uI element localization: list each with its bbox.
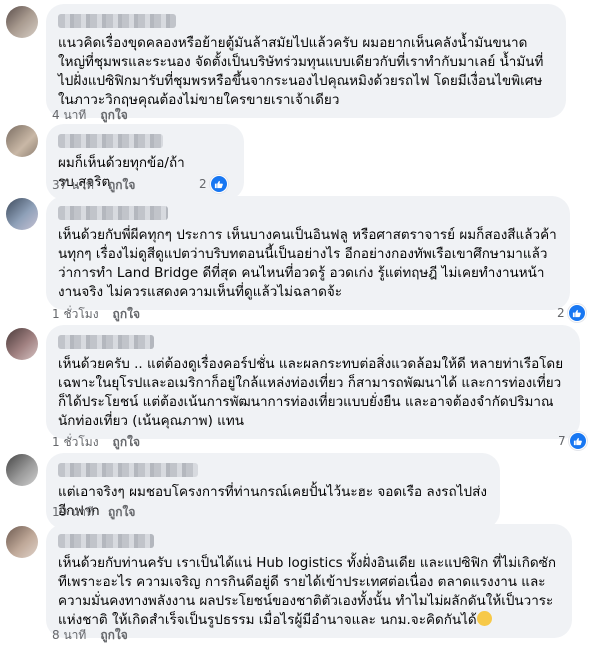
comment-meta: 4 นาที ถูกใจ: [52, 106, 128, 125]
author-name-blurred[interactable]: [58, 534, 154, 548]
comment-text: เห็นด้วยกับพี่ผีคทุกๆ ประการ เห็นบางคนเป…: [58, 227, 557, 300]
comment-time[interactable]: 1 ชั่วโมง: [52, 433, 99, 452]
comment-text: เห็นด้วยกับท่านครับ เราเป็นได้แน่ Hub lo…: [58, 554, 560, 630]
comment-meta: 8 นาที ถูกใจ: [52, 626, 128, 645]
comment-time[interactable]: 1 ชั่วโมง: [52, 305, 99, 324]
reaction-count: 7: [558, 434, 566, 448]
reaction-summary[interactable]: 2: [199, 175, 228, 193]
comment-meta: 19 นาที ถูกใจ: [52, 503, 135, 522]
comment-meta: 1 ชั่วโมง ถูกใจ: [52, 305, 140, 324]
like-link[interactable]: ถูกใจ: [108, 176, 135, 195]
comment-meta: 37 นาที ถูกใจ: [52, 176, 135, 195]
comment-meta: 1 ชั่วโมง ถูกใจ: [52, 433, 140, 452]
avatar[interactable]: [6, 454, 38, 486]
author-name-blurred[interactable]: [58, 206, 168, 220]
comment-time[interactable]: 19 นาที: [52, 503, 94, 522]
avatar[interactable]: [6, 198, 38, 230]
comment-text: แนวคิดเรื่องขุดคลองหรือย้ายตู้มันล้าสมัย…: [58, 35, 544, 108]
comment-bubble: เห็นด้วยครับ .. แต่ต้องดูเรื่องคอร์ปชั่น…: [46, 325, 580, 439]
thumbs-up-icon: [567, 304, 586, 322]
reaction-count: 2: [199, 177, 207, 191]
comment-time[interactable]: 37 นาที: [52, 176, 94, 195]
comment-bubble: เห็นด้วยกับท่านครับ เราเป็นได้แน่ Hub lo…: [46, 524, 572, 638]
thumbs-up-icon: [568, 432, 587, 450]
like-link[interactable]: ถูกใจ: [108, 503, 135, 522]
thumbs-up-icon: [209, 175, 228, 193]
reaction-count: 2: [557, 306, 565, 320]
like-link[interactable]: ถูกใจ: [100, 106, 127, 125]
avatar[interactable]: [6, 125, 38, 157]
author-name-blurred[interactable]: [58, 134, 163, 148]
avatar[interactable]: [6, 6, 38, 38]
reaction-summary[interactable]: 7: [558, 432, 587, 450]
author-name-blurred[interactable]: [58, 14, 176, 28]
like-link[interactable]: ถูกใจ: [113, 433, 140, 452]
like-link[interactable]: ถูกใจ: [100, 626, 127, 645]
reaction-summary[interactable]: 2: [557, 304, 586, 322]
like-link[interactable]: ถูกใจ: [113, 305, 140, 324]
avatar[interactable]: [6, 328, 38, 360]
avatar[interactable]: [6, 526, 38, 558]
comment-bubble: เห็นด้วยกับพี่ผีคทุกๆ ประการ เห็นบางคนเป…: [46, 196, 570, 310]
author-name-blurred[interactable]: [58, 335, 154, 349]
author-name-blurred[interactable]: [58, 463, 198, 477]
comment-time[interactable]: 8 นาที: [52, 626, 86, 645]
sad-face-emoji-icon: [476, 611, 492, 626]
comment-text: เห็นด้วยครับ .. แต่ต้องดูเรื่องคอร์ปชั่น…: [58, 356, 564, 429]
comment-bubble: แนวคิดเรื่องขุดคลองหรือย้ายตู้มันล้าสมัย…: [46, 4, 566, 118]
comment-time[interactable]: 4 นาที: [52, 106, 86, 125]
